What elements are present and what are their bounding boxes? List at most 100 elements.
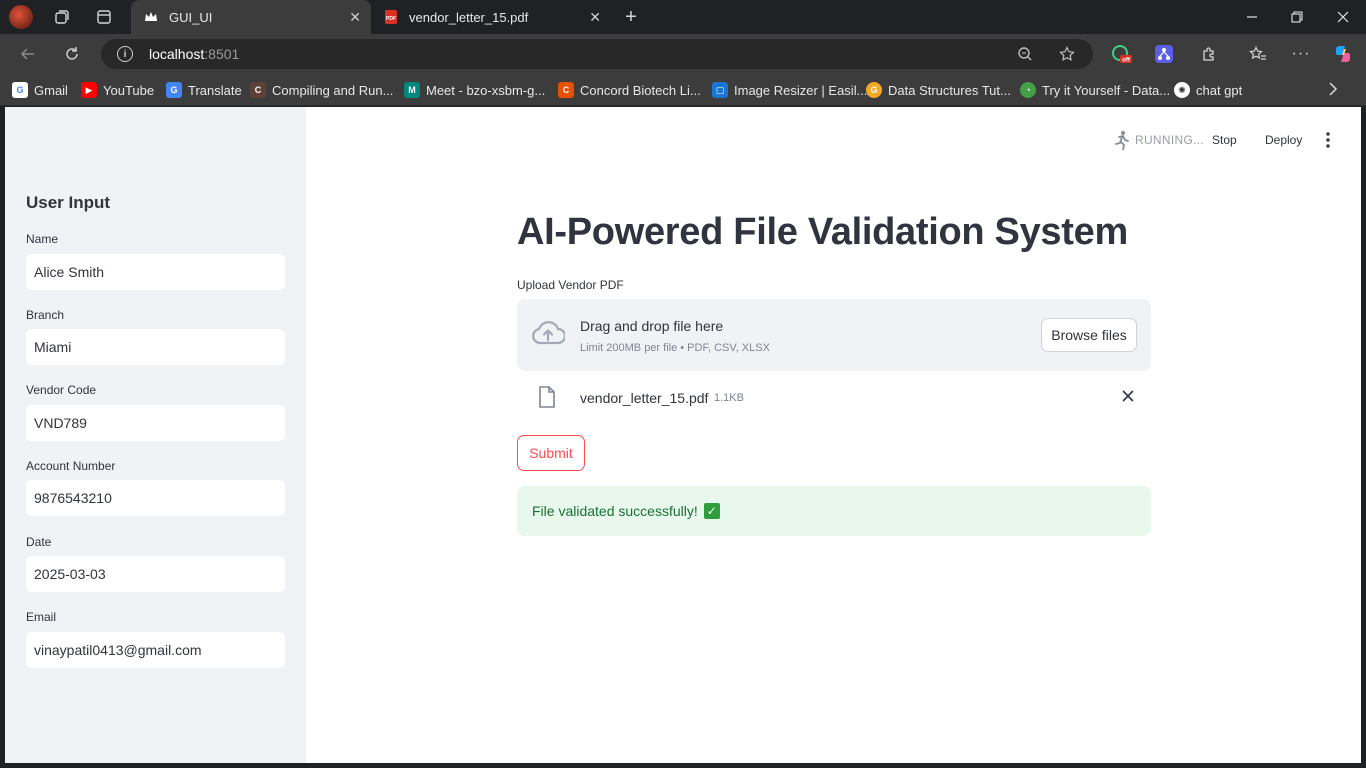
cloud-upload-icon: [531, 319, 567, 349]
zoom-icon[interactable]: [1016, 45, 1034, 63]
extension-off-icon[interactable]: off: [1110, 43, 1132, 65]
sidebar: User Input Name Alice Smith Branch Miami…: [5, 107, 306, 763]
email-label: Email: [26, 610, 57, 624]
profile-avatar[interactable]: [9, 5, 33, 29]
close-tab-icon[interactable]: ✕: [349, 9, 361, 26]
bookmark-image-resizer[interactable]: ▢ Image Resizer | Easil...: [712, 81, 867, 99]
stop-button[interactable]: Stop: [1212, 133, 1237, 147]
bookmark-try-it[interactable]: ◔ Try it Yourself - Data...: [1020, 81, 1170, 99]
branch-input[interactable]: Miami: [26, 329, 285, 365]
image-resizer-icon: ▢: [712, 82, 728, 98]
minimize-icon[interactable]: [1241, 6, 1263, 28]
restore-icon[interactable]: [1286, 6, 1308, 28]
extension-share-icon[interactable]: [1153, 43, 1175, 65]
bookmark-label: Data Structures Tut...: [888, 82, 1011, 98]
site-info-icon[interactable]: i: [117, 46, 133, 62]
tab-gui-ui[interactable]: GUI_UI ✕: [131, 0, 371, 34]
running-status: RUNNING...: [1135, 133, 1204, 147]
uploader-label: Upload Vendor PDF: [517, 278, 624, 292]
deploy-button[interactable]: Deploy: [1265, 133, 1302, 147]
chevron-right-icon[interactable]: [1328, 82, 1338, 99]
crown-icon: [143, 9, 159, 25]
date-input[interactable]: 2025-03-03: [26, 556, 285, 592]
browse-files-button[interactable]: Browse files: [1041, 318, 1137, 352]
bookmark-label: Meet - bzo-xsbm-g...: [426, 82, 546, 98]
page-title: AI-Powered File Validation System: [517, 211, 1128, 253]
uploaded-file-size: 1.1KB: [714, 392, 744, 404]
google-icon: G: [12, 82, 28, 98]
bookmark-label: YouTube: [103, 82, 155, 98]
dropzone-limit: Limit 200MB per file • PDF, CSV, XLSX: [580, 342, 770, 354]
extensions-puzzle-icon[interactable]: [1198, 43, 1220, 65]
date-label: Date: [26, 535, 52, 549]
submit-button[interactable]: Submit: [517, 435, 585, 471]
try-it-icon: ◔: [1020, 82, 1036, 98]
bookmark-label: Try it Yourself - Data...: [1042, 82, 1171, 98]
bookmark-data-structures[interactable]: G Data Structures Tut...: [866, 81, 1011, 99]
close-window-icon[interactable]: [1332, 6, 1354, 28]
bookmark-concord[interactable]: C Concord Biotech Li...: [558, 81, 701, 99]
sidebar-title: User Input: [26, 193, 111, 212]
remove-file-icon[interactable]: [1119, 387, 1137, 405]
url-port: :8501: [204, 46, 240, 62]
reload-icon[interactable]: [60, 42, 84, 66]
svg-text:off: off: [1122, 58, 1131, 64]
bookmark-label: Translate: [188, 82, 242, 98]
tab-actions-icon[interactable]: [93, 6, 115, 28]
name-input[interactable]: Alice Smith: [26, 254, 285, 290]
bookmark-chatgpt[interactable]: ✺ chat gpt: [1174, 81, 1242, 99]
bookmark-label: Image Resizer | Easil...: [734, 82, 868, 98]
address-bar[interactable]: i localhost:8501: [101, 39, 1093, 69]
bookmark-gmail[interactable]: G Gmail: [12, 81, 68, 99]
bookmark-label: Gmail: [34, 82, 68, 98]
data-structures-icon: G: [866, 82, 882, 98]
email-input[interactable]: vinaypatil0413@gmail.com: [26, 632, 285, 668]
account-number-label: Account Number: [26, 459, 116, 473]
browser-toolbar: i localhost:8501 off ···: [0, 34, 1366, 74]
vendor-code-label: Vendor Code: [26, 383, 97, 397]
compile-icon: C: [250, 82, 266, 98]
name-label: Name: [26, 232, 59, 246]
favorites-icon[interactable]: [1247, 43, 1269, 65]
browser-tab-bar: GUI_UI ✕ PDF vendor_letter_15.pdf ✕ +: [0, 0, 1366, 34]
dropzone-title: Drag and drop file here: [580, 318, 724, 334]
bookmark-translate[interactable]: G Translate: [166, 81, 242, 99]
favorite-star-icon[interactable]: [1058, 45, 1076, 63]
more-options-icon[interactable]: ···: [1290, 43, 1312, 65]
copilot-icon[interactable]: [1332, 43, 1354, 65]
page-viewport: User Input Name Alice Smith Branch Miami…: [5, 107, 1361, 763]
back-icon[interactable]: [16, 42, 40, 66]
file-dropzone[interactable]: Drag and drop file here Limit 200MB per …: [517, 299, 1151, 371]
pdf-icon: PDF: [383, 9, 399, 25]
main-content: RUNNING... Stop Deploy AI-Powered File V…: [306, 107, 1361, 763]
url-host: localhost: [149, 46, 205, 62]
new-tab-icon[interactable]: +: [620, 6, 642, 28]
close-tab-icon[interactable]: ✕: [589, 9, 601, 26]
vendor-code-input[interactable]: VND789: [26, 405, 285, 441]
bookmark-compiling[interactable]: C Compiling and Run...: [250, 81, 393, 99]
main-menu-icon[interactable]: [1322, 129, 1334, 151]
bookmark-youtube[interactable]: ▶ YouTube: [81, 81, 154, 99]
success-message: File validated successfully!: [532, 503, 698, 519]
tab-vendor-pdf[interactable]: PDF vendor_letter_15.pdf ✕: [371, 0, 611, 34]
concord-icon: C: [558, 82, 574, 98]
bookmark-label: Compiling and Run...: [272, 82, 394, 98]
bookmarks-bar: G Gmail ▶ YouTube G Translate C Compilin…: [0, 74, 1366, 106]
document-icon: [538, 386, 556, 408]
uploaded-file-row: vendor_letter_15.pdf 1.1KB: [517, 383, 1151, 413]
address-url[interactable]: localhost:8501: [149, 46, 239, 62]
tab-title: vendor_letter_15.pdf: [409, 9, 529, 25]
chatgpt-icon: ✺: [1174, 82, 1190, 98]
uploaded-file-name: vendor_letter_15.pdf: [580, 390, 709, 406]
translate-icon: G: [166, 82, 182, 98]
running-person-icon: [1112, 129, 1130, 151]
youtube-icon: ▶: [81, 82, 97, 98]
tab-title: GUI_UI: [169, 9, 213, 25]
meet-icon: M: [404, 82, 420, 98]
check-mark-icon: ✓: [703, 503, 720, 519]
svg-text:PDF: PDF: [386, 16, 396, 22]
bookmark-meet[interactable]: M Meet - bzo-xsbm-g...: [404, 81, 545, 99]
branch-label: Branch: [26, 308, 65, 322]
account-number-input[interactable]: 9876543210: [26, 480, 285, 516]
workspaces-icon[interactable]: [51, 6, 73, 28]
